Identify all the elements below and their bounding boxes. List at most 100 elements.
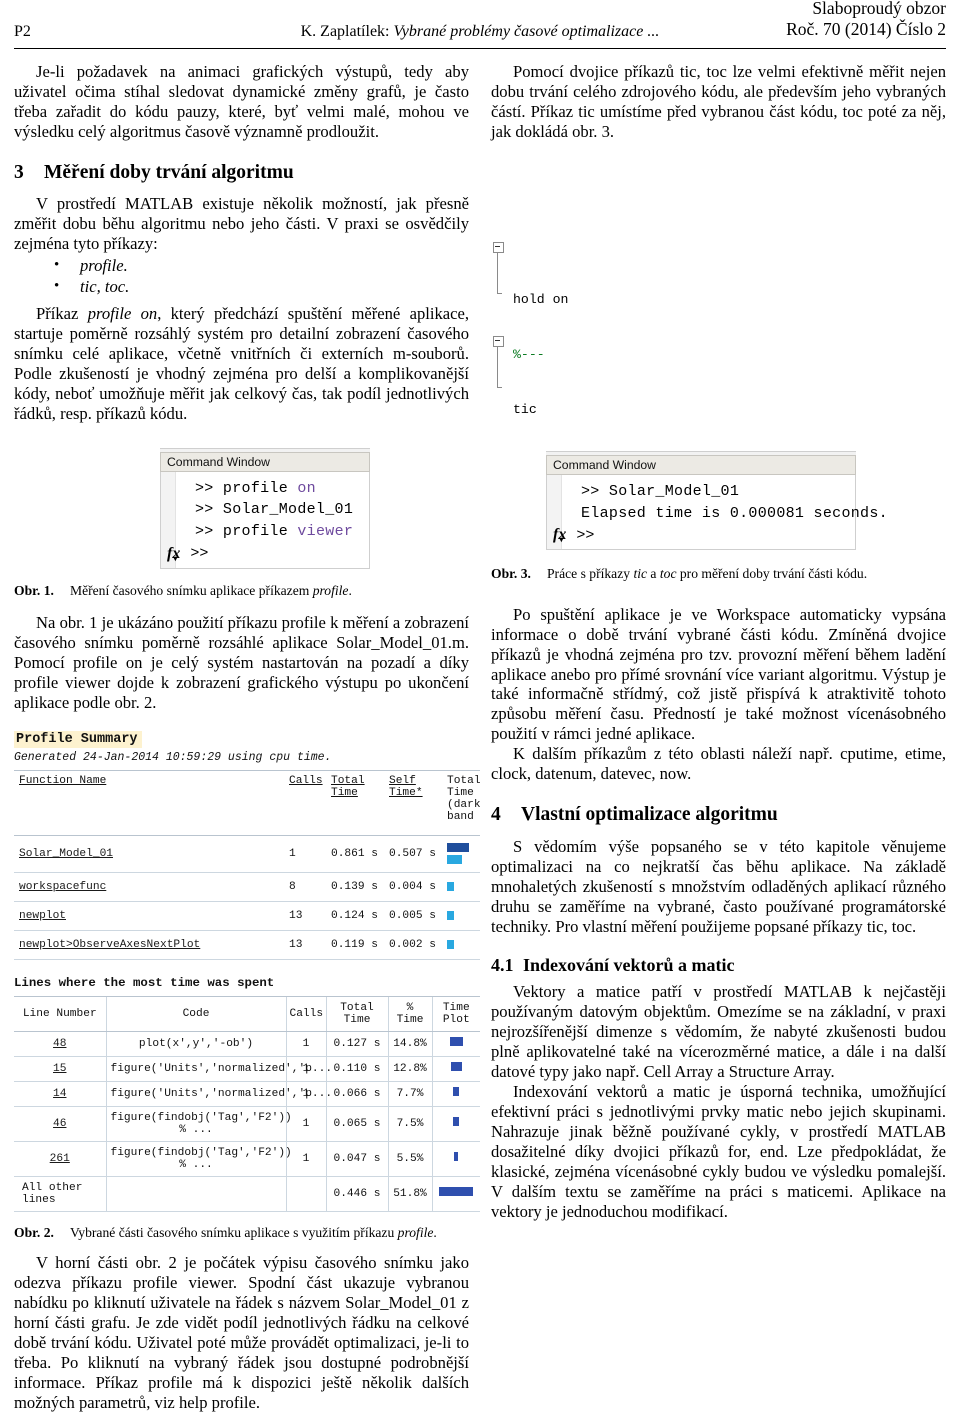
console-input-row[interactable]: fx▾ >>: [547, 524, 855, 545]
command-window-body[interactable]: >> Solar_Model_01 Elapsed time is 0.0000…: [546, 474, 888, 551]
figure-3-code-editor[interactable]: hold on %--- tic N=100; % pocet jemnejsi…: [491, 164, 946, 439]
function-link[interactable]: newplot>ObserveAxesNextPlot: [19, 939, 200, 951]
running-title: K. Zaplatílek: Vybrané problémy časové o…: [14, 23, 946, 41]
time-plot-bar: [450, 1062, 462, 1072]
console-line: >> Solar_Model_01: [161, 499, 369, 521]
command-name: Solar_Model_01: [222, 501, 354, 519]
function-link[interactable]: Solar_Model_01: [19, 848, 113, 860]
command-window-title: Command Window: [546, 454, 856, 475]
fx-icon[interactable]: fx▾: [167, 544, 184, 565]
function-link[interactable]: newplot: [19, 910, 66, 922]
list-item: profile.: [14, 256, 469, 277]
time-band-light: [447, 854, 462, 864]
command-list: profile. tic, toc.: [14, 256, 469, 297]
section-41-number: 4.1: [491, 954, 514, 975]
table-row[interactable]: workspacefunc 8 0.139 s 0.004 s: [14, 872, 480, 902]
table-row[interactable]: newplot 13 0.124 s 0.005 s: [14, 901, 480, 931]
table-row[interactable]: Solar_Model_01 1 0.861 s 0.507 s: [14, 835, 480, 873]
cell-pct-time: 14.8%: [387, 1031, 432, 1057]
figure-3-caption-tic: tic: [633, 566, 648, 582]
cell-total-time: 0.065 s: [325, 1106, 388, 1142]
header-divider: [14, 48, 946, 49]
cell-pct-time: 51.8%: [387, 1176, 432, 1212]
paragraph-after-fig1: Na obr. 1 je ukázáno použití příkazu pro…: [14, 613, 469, 712]
time-band-light: [447, 910, 454, 920]
section-3-number: 3: [14, 161, 24, 183]
section-41-heading: 4.1 Indexování vektorů a matic: [491, 955, 946, 976]
line-link[interactable]: 48: [53, 1038, 66, 1050]
line-link[interactable]: 14: [53, 1088, 66, 1100]
cell-function-name[interactable]: workspacefunc: [14, 872, 284, 902]
cell-line-number[interactable]: 15: [14, 1056, 106, 1082]
cell-total-time: 0.127 s: [325, 1031, 388, 1057]
table-row[interactable]: 261 figure(findobj('Tag','F2')) % ... 1 …: [14, 1141, 480, 1177]
command-window-title: Command Window: [160, 451, 370, 472]
command-window-body[interactable]: >> profile on >> Solar_Model_01 >> profi…: [160, 471, 370, 569]
console-input-row[interactable]: fx▾ >>: [161, 543, 369, 564]
cell-pct-time: 5.5%: [387, 1141, 432, 1177]
fold-toggle-icon[interactable]: [493, 241, 504, 253]
line-link[interactable]: 15: [53, 1063, 66, 1075]
figure-2-caption: Obr. 2. Vybrané části časového snímku apl…: [14, 1225, 469, 1241]
active-prompt: >>: [190, 545, 209, 563]
cell-pct-time: 7.7%: [387, 1081, 432, 1107]
table-row[interactable]: 46 figure(findobj('Tag','F2')) % ... 1 0…: [14, 1106, 480, 1142]
cell-function-name[interactable]: newplot>ObserveAxesNextPlot: [14, 930, 284, 960]
command-arg: viewer: [297, 523, 354, 541]
fx-icon[interactable]: fx▾: [553, 525, 570, 546]
section-4-heading: 4 Vlastní optimalizace algoritmu: [491, 804, 946, 826]
cell-calls: 8: [284, 872, 326, 902]
figure-1-command-window: Command Window >> profile on >> Solar_Mo…: [160, 447, 370, 569]
chevron-down-icon[interactable]: ▾: [559, 535, 563, 544]
cell-line-number[interactable]: 46: [14, 1106, 106, 1142]
figure-3-caption: Obr. 3. Práce s příkazy tic a toc pro měř…: [491, 566, 946, 582]
cell-total-time: 0.139 s: [326, 872, 384, 902]
console-output-line: Elapsed time is 0.000081 seconds.: [581, 504, 888, 522]
cell-calls: [285, 1176, 326, 1212]
active-prompt: >>: [576, 526, 595, 544]
prompt-symbol: >>: [195, 479, 214, 497]
col-total-time[interactable]: Total Time: [326, 769, 384, 836]
cell-calls: 1: [285, 1141, 326, 1177]
col-self-time-label: Self Time*: [389, 774, 423, 799]
figure-2-caption-text: Vybrané části časového snímku aplikace s…: [70, 1224, 398, 1240]
running-title-text: Vybrané problémy časové optimalizace ...: [393, 23, 660, 40]
cell-line-number[interactable]: 261: [14, 1141, 106, 1177]
table-header-row: Line Number Code Calls Total Time % Time…: [14, 995, 480, 1032]
cell-time-plot: [431, 1106, 480, 1142]
figure-2-caption-italic: profile: [397, 1224, 434, 1240]
cell-self-time: 0.004 s: [384, 872, 442, 902]
inline-command-profile-on: profile on: [87, 303, 158, 323]
figure-3-caption-b: pro měření doby trvání části kódu.: [676, 566, 868, 582]
command-arg: on: [297, 479, 316, 497]
cell-total-time: 0.124 s: [326, 901, 384, 931]
figure-2-profile-summary: Profile Summary Generated 24-Jan-2014 10…: [14, 729, 481, 1212]
col-self-time[interactable]: Self Time*: [384, 769, 442, 836]
function-link[interactable]: workspacefunc: [19, 881, 106, 893]
chevron-down-icon[interactable]: ▾: [173, 554, 177, 563]
fold-toggle-icon[interactable]: [493, 335, 504, 347]
cell-time-band: [442, 835, 480, 873]
cell-function-name[interactable]: newplot: [14, 901, 284, 931]
col-calls[interactable]: Calls: [284, 769, 326, 836]
prompt-symbol: >>: [195, 501, 214, 519]
cell-line-number[interactable]: 14: [14, 1081, 106, 1107]
col-total-time: Total Time: [325, 995, 388, 1032]
cell-code: plot(x',y','-ob'): [105, 1031, 286, 1057]
col-function-name[interactable]: Function Name: [14, 769, 284, 836]
col-total-time-band-sub: (dark band: [447, 798, 481, 823]
paragraph-tic-toc: Pomocí dvojice příkazů tic, toc lze velm…: [491, 62, 946, 141]
table-row[interactable]: newplot>ObserveAxesNextPlot 13 0.119 s 0…: [14, 930, 480, 960]
cell-line-number[interactable]: 48: [14, 1031, 106, 1057]
table-row[interactable]: 48 plot(x',y','-ob') 1 0.127 s 14.8%: [14, 1031, 480, 1057]
cell-time-plot: [431, 1081, 480, 1107]
line-link[interactable]: 46: [53, 1118, 66, 1130]
console-line: >> profile on: [161, 478, 369, 500]
paragraph-s3-1: V prostředí MATLAB existuje několik možn…: [14, 194, 469, 254]
line-link[interactable]: 261: [50, 1153, 70, 1165]
paragraph-workspace: Po spuštění aplikace je ve Workspace aut…: [491, 604, 946, 744]
figure-1-caption-italic: profile: [312, 582, 349, 598]
table-row[interactable]: 14 figure('Units','normalized','p... 1 0…: [14, 1081, 480, 1107]
cell-function-name[interactable]: Solar_Model_01: [14, 835, 284, 873]
table-row[interactable]: 15 figure('Units','normalized','p... 1 0…: [14, 1056, 480, 1082]
